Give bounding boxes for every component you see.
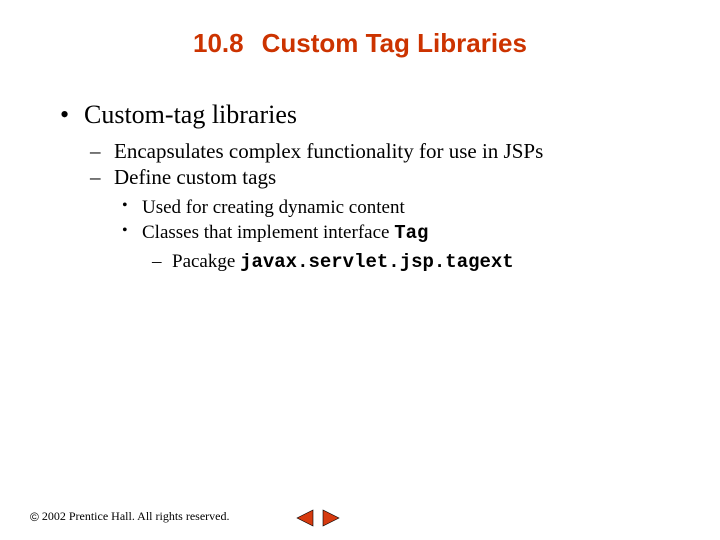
bullet-text: Classes that implement interface — [142, 222, 394, 243]
slide-title: 10.8 Custom Tag Libraries — [0, 28, 720, 59]
nav-controls — [295, 508, 341, 528]
bullet-text: Encapsulates complex functionality for u… — [114, 139, 543, 163]
slide-body: Custom-tag libraries Encapsulates comple… — [56, 100, 680, 281]
code-text: javax.servlet.jsp.tagext — [240, 251, 514, 273]
footer-copyright: © 2002 Prentice Hall. All rights reserve… — [30, 509, 229, 524]
bullet-lvl3: Used for creating dynamic content — [114, 195, 680, 221]
bullet-text: Pacakge — [172, 251, 240, 272]
section-number: 10.8 — [193, 28, 244, 58]
nav-prev-button[interactable] — [295, 508, 315, 528]
nav-next-button[interactable] — [321, 508, 341, 528]
title-text: Custom Tag Libraries — [262, 28, 527, 58]
bullet-text: Define custom tags — [114, 165, 276, 189]
bullet-lvl2: Define custom tags Used for creating dyn… — [84, 164, 680, 275]
triangle-left-icon — [295, 508, 315, 528]
triangle-right-icon — [321, 508, 341, 528]
bullet-lvl1: Custom-tag libraries Encapsulates comple… — [56, 100, 680, 275]
bullet-lvl3: Classes that implement interface Tag Pac… — [114, 220, 680, 275]
copyright-symbol: © — [30, 510, 39, 524]
bullet-lvl4: Pacakge javax.servlet.jsp.tagext — [142, 249, 680, 276]
code-text: Tag — [394, 222, 428, 244]
copyright-text: 2002 Prentice Hall. All rights reserved. — [42, 509, 230, 524]
slide: 10.8 Custom Tag Libraries Custom-tag libr… — [0, 0, 720, 540]
bullet-lvl2: Encapsulates complex functionality for u… — [84, 138, 680, 164]
bullet-text: Used for creating dynamic content — [142, 197, 405, 218]
bullet-text: Custom-tag libraries — [84, 100, 297, 129]
